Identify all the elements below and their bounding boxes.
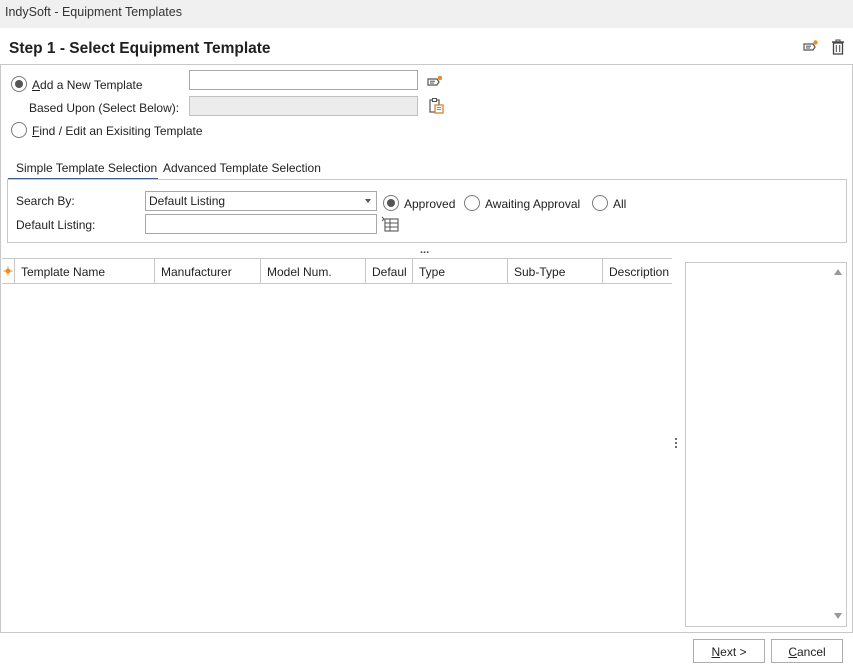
template-grid[interactable]: Template Name Manufacturer Model Num. De… bbox=[2, 258, 672, 631]
page-title: Step 1 - Select Equipment Template bbox=[9, 40, 271, 57]
left-border bbox=[0, 64, 1, 632]
window-title: IndySoft - Equipment Templates bbox=[5, 5, 182, 19]
search-by-select[interactable]: Default Listing bbox=[145, 191, 377, 211]
column-header-default[interactable]: Defaul bbox=[366, 259, 413, 283]
vertical-splitter-handle[interactable] bbox=[674, 437, 678, 449]
preview-scrollbar[interactable] bbox=[829, 263, 846, 626]
column-header-template-name[interactable]: Template Name bbox=[15, 259, 155, 283]
cancel-button[interactable]: Cancel bbox=[771, 639, 843, 663]
search-by-selected-value: Default Listing bbox=[149, 194, 226, 208]
status-all-label[interactable]: All bbox=[613, 197, 626, 211]
horizontal-splitter-handle[interactable]: ... bbox=[420, 244, 429, 256]
footer-divider bbox=[0, 632, 853, 633]
next-button[interactable]: Next > bbox=[693, 639, 765, 663]
status-all-radio[interactable] bbox=[592, 195, 608, 211]
new-row-marker-icon bbox=[3, 266, 13, 276]
tab-simple-template-selection[interactable]: Simple Template Selection bbox=[16, 161, 157, 175]
column-header-sub-type[interactable]: Sub-Type bbox=[508, 259, 603, 283]
default-listing-input[interactable] bbox=[145, 214, 377, 234]
new-template-name-input[interactable] bbox=[189, 70, 418, 90]
grid-header: Template Name Manufacturer Model Num. De… bbox=[2, 258, 672, 284]
default-listing-label: Default Listing: bbox=[16, 218, 96, 232]
clipboard-icon[interactable] bbox=[427, 97, 445, 115]
status-awaiting-approval-label[interactable]: Awaiting Approval bbox=[485, 197, 580, 211]
delete-icon[interactable] bbox=[829, 38, 847, 56]
column-header-manufacturer[interactable]: Manufacturer bbox=[155, 259, 261, 283]
find-edit-template-label[interactable]: Find / Edit an Exisiting Template bbox=[32, 124, 203, 138]
chevron-down-icon bbox=[365, 199, 371, 203]
add-new-template-radio[interactable] bbox=[11, 76, 27, 92]
add-new-template-label[interactable]: Add a New Template bbox=[32, 78, 143, 92]
column-header-type[interactable]: Type bbox=[413, 259, 508, 283]
status-approved-radio[interactable] bbox=[383, 195, 399, 211]
scroll-up-icon bbox=[834, 269, 842, 275]
header-divider bbox=[0, 64, 853, 65]
status-awaiting-approval-radio[interactable] bbox=[464, 195, 480, 211]
listing-table-icon[interactable] bbox=[381, 215, 399, 233]
tag-edit-icon[interactable] bbox=[801, 38, 819, 56]
new-template-tag-icon[interactable] bbox=[426, 74, 444, 90]
scroll-down-icon bbox=[834, 613, 842, 619]
row-indicator-header bbox=[2, 259, 15, 283]
template-preview-panel[interactable] bbox=[685, 262, 847, 627]
column-header-description[interactable]: Description bbox=[603, 259, 672, 283]
search-by-label: Search By: bbox=[16, 194, 75, 208]
based-upon-label: Based Upon (Select Below): bbox=[29, 101, 180, 115]
based-upon-field bbox=[189, 96, 418, 116]
tab-advanced-template-selection[interactable]: Advanced Template Selection bbox=[163, 161, 321, 175]
find-edit-template-radio[interactable] bbox=[11, 122, 27, 138]
status-approved-label[interactable]: Approved bbox=[404, 197, 455, 211]
column-header-model-num[interactable]: Model Num. bbox=[261, 259, 366, 283]
filter-panel bbox=[7, 179, 847, 243]
